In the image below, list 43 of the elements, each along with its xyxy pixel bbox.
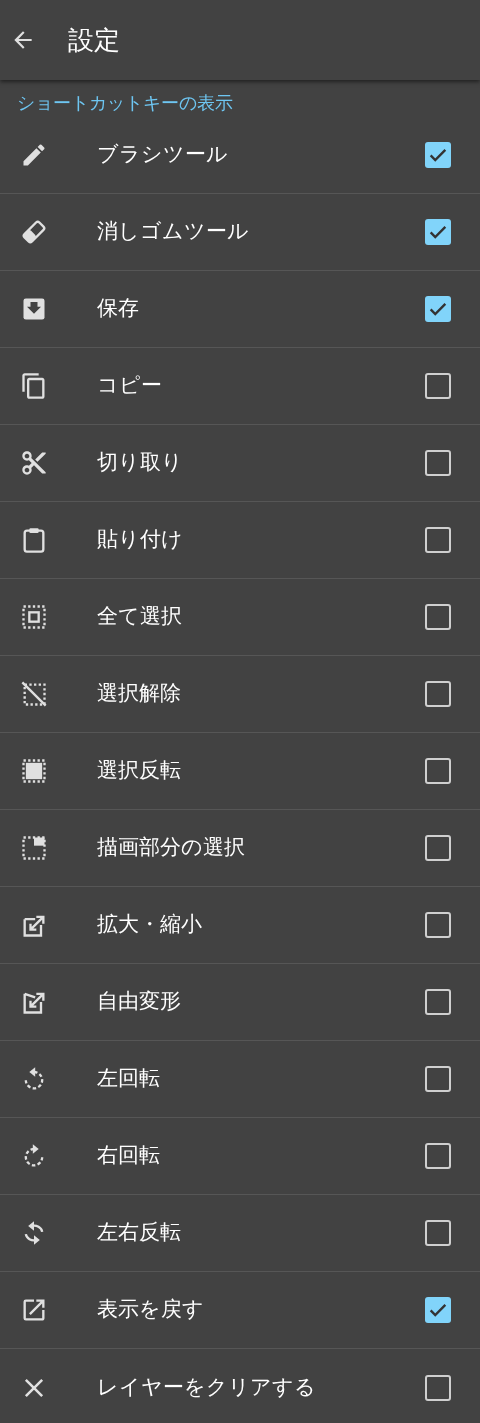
option-label: コピー	[97, 372, 163, 400]
checkbox[interactable]	[425, 989, 451, 1015]
checkbox[interactable]	[425, 527, 451, 553]
checkbox[interactable]	[425, 604, 451, 630]
scissors-icon	[20, 449, 48, 477]
checkbox[interactable]	[425, 1220, 451, 1246]
option-label: 拡大・縮小	[97, 911, 203, 939]
option-label: ブラシツール	[97, 141, 229, 169]
eraser-icon	[20, 218, 48, 246]
option-label: 表示を戻す	[97, 1296, 205, 1324]
option-label: 左回転	[97, 1065, 161, 1093]
option-label: 貼り付け	[97, 526, 184, 554]
checkbox[interactable]	[425, 450, 451, 476]
dashed-square-icon	[20, 603, 48, 631]
checkbox[interactable]	[425, 1374, 451, 1401]
option-label: 保存	[97, 295, 140, 323]
option-label: 選択解除	[97, 680, 182, 708]
copy-icon	[20, 372, 48, 400]
checkbox[interactable]	[425, 912, 451, 938]
option-label: 左右反転	[97, 1219, 182, 1247]
option-label: 右回転	[97, 1142, 161, 1170]
option-label: 全て選択	[97, 603, 183, 631]
checkbox[interactable]	[425, 681, 451, 707]
checkbox[interactable]	[425, 296, 451, 322]
option-label: レイヤーをクリアする	[97, 1373, 317, 1401]
option-label: 描画部分の選択	[97, 834, 246, 862]
page-title: 設定	[68, 23, 120, 57]
filled-dashed-square-icon	[20, 757, 48, 785]
checkbox[interactable]	[425, 142, 451, 168]
option-label: 消しゴムツール	[97, 218, 250, 246]
corner-dashed-square-icon	[20, 834, 48, 862]
checkbox[interactable]	[425, 219, 451, 245]
checkbox[interactable]	[425, 1143, 451, 1169]
crossed-dashed-square-icon	[20, 680, 48, 708]
checkbox[interactable]	[425, 1297, 451, 1323]
checkbox[interactable]	[425, 373, 451, 399]
option-label: 切り取り	[97, 449, 184, 477]
option-label: 選択反転	[97, 757, 182, 785]
checkbox[interactable]	[425, 758, 451, 784]
checkbox[interactable]	[425, 1066, 451, 1092]
checkbox[interactable]	[425, 835, 451, 861]
option-label: 自由変形	[97, 988, 182, 1016]
section-title: ショートカットキーの表示	[17, 92, 233, 113]
